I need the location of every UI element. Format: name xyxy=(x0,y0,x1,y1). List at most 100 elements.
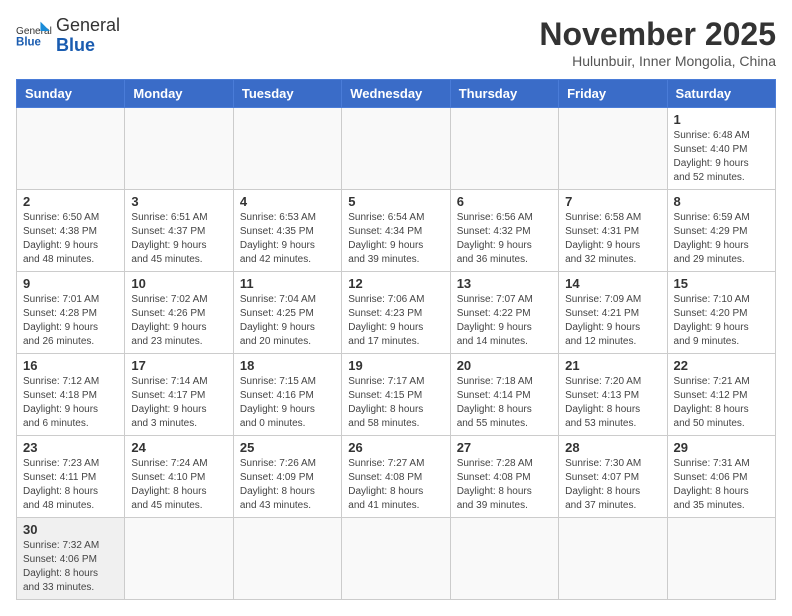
day-number: 14 xyxy=(565,276,660,291)
calendar-cell xyxy=(342,108,450,190)
weekday-header-wednesday: Wednesday xyxy=(342,80,450,108)
calendar-cell: 11Sunrise: 7:04 AM Sunset: 4:25 PM Dayli… xyxy=(233,272,341,354)
calendar-cell: 25 Sunrise: 7:26 AM Sunset: 4:09 PM Dayli… xyxy=(233,436,341,518)
calendar-cell: 26 Sunrise: 7:27 AM Sunset: 4:08 PM Dayli… xyxy=(342,436,450,518)
day-info: Sunrise: 7:15 AM Sunset: 4:16 PM Dayligh… xyxy=(240,375,335,431)
page-header: General Blue General Blue November 2025 … xyxy=(16,16,776,69)
calendar-cell: 10 Sunrise: 7:02 AM Sunset: 4:26 PM Dayli… xyxy=(125,272,233,354)
day-info: Sunrise: 7:28 AM Sunset: 4:08 PM Dayligh… xyxy=(457,457,552,513)
calendar-week-row: 2 Sunrise: 6:50 AM Sunset: 4:38 PM Daylig… xyxy=(17,190,776,272)
weekday-header-tuesday: Tuesday xyxy=(233,80,341,108)
calendar-cell: 28 Sunrise: 7:30 AM Sunset: 4:07 PM Dayli… xyxy=(559,436,667,518)
day-number: 13 xyxy=(457,276,552,291)
day-number: 19 xyxy=(348,358,443,373)
day-info: Sunrise: 7:23 AM Sunset: 4:11 PM Dayligh… xyxy=(23,457,118,513)
calendar-cell: 14 Sunrise: 7:09 AM Sunset: 4:21 PM Dayli… xyxy=(559,272,667,354)
calendar-week-row: 30Sunrise: 7:32 AM Sunset: 4:06 PM Dayli… xyxy=(17,518,776,600)
day-info: Sunrise: 6:54 AM Sunset: 4:34 PM Dayligh… xyxy=(348,211,443,267)
calendar-cell: 2 Sunrise: 6:50 AM Sunset: 4:38 PM Daylig… xyxy=(17,190,125,272)
day-number: 22 xyxy=(674,358,769,373)
day-info: Sunrise: 7:10 AM Sunset: 4:20 PM Dayligh… xyxy=(674,293,769,349)
calendar-cell: 1 Sunrise: 6:48 AM Sunset: 4:40 PM Daylig… xyxy=(667,108,775,190)
calendar-cell: 16 Sunrise: 7:12 AM Sunset: 4:18 PM Dayli… xyxy=(17,354,125,436)
calendar-cell: 5 Sunrise: 6:54 AM Sunset: 4:34 PM Daylig… xyxy=(342,190,450,272)
day-info: Sunrise: 6:56 AM Sunset: 4:32 PM Dayligh… xyxy=(457,211,552,267)
day-number: 9 xyxy=(23,276,118,291)
day-info: Sunrise: 7:09 AM Sunset: 4:21 PM Dayligh… xyxy=(565,293,660,349)
day-number: 28 xyxy=(565,440,660,455)
svg-text:Blue: Blue xyxy=(16,36,42,48)
day-info: Sunrise: 6:58 AM Sunset: 4:31 PM Dayligh… xyxy=(565,211,660,267)
day-info: Sunrise: 7:31 AM Sunset: 4:06 PM Dayligh… xyxy=(674,457,769,513)
calendar-cell: 20Sunrise: 7:18 AM Sunset: 4:14 PM Dayli… xyxy=(450,354,558,436)
day-number: 10 xyxy=(131,276,226,291)
calendar-cell: 7 Sunrise: 6:58 AM Sunset: 4:31 PM Daylig… xyxy=(559,190,667,272)
logo-general: General xyxy=(56,16,120,36)
calendar-cell xyxy=(125,518,233,600)
calendar-cell: 3Sunrise: 6:51 AM Sunset: 4:37 PM Daylig… xyxy=(125,190,233,272)
logo-text: General Blue xyxy=(56,16,120,56)
day-number: 27 xyxy=(457,440,552,455)
day-number: 4 xyxy=(240,194,335,209)
day-number: 21 xyxy=(565,358,660,373)
calendar-cell: 17 Sunrise: 7:14 AM Sunset: 4:17 PM Dayli… xyxy=(125,354,233,436)
day-info: Sunrise: 7:30 AM Sunset: 4:07 PM Dayligh… xyxy=(565,457,660,513)
day-info: Sunrise: 7:02 AM Sunset: 4:26 PM Dayligh… xyxy=(131,293,226,349)
calendar-cell: 21Sunrise: 7:20 AM Sunset: 4:13 PM Dayli… xyxy=(559,354,667,436)
logo-icon: General Blue xyxy=(16,18,52,54)
day-number: 23 xyxy=(23,440,118,455)
day-number: 1 xyxy=(674,112,769,127)
calendar-cell: 23 Sunrise: 7:23 AM Sunset: 4:11 PM Dayli… xyxy=(17,436,125,518)
calendar-cell xyxy=(667,518,775,600)
calendar-cell: 6 Sunrise: 6:56 AM Sunset: 4:32 PM Daylig… xyxy=(450,190,558,272)
day-info: Sunrise: 7:26 AM Sunset: 4:09 PM Dayligh… xyxy=(240,457,335,513)
day-number: 5 xyxy=(348,194,443,209)
weekday-header-saturday: Saturday xyxy=(667,80,775,108)
weekday-header-thursday: Thursday xyxy=(450,80,558,108)
weekday-header-friday: Friday xyxy=(559,80,667,108)
day-info: Sunrise: 7:27 AM Sunset: 4:08 PM Dayligh… xyxy=(348,457,443,513)
calendar-week-row: 1 Sunrise: 6:48 AM Sunset: 4:40 PM Daylig… xyxy=(17,108,776,190)
day-number: 20 xyxy=(457,358,552,373)
calendar-cell: 18 Sunrise: 7:15 AM Sunset: 4:16 PM Dayli… xyxy=(233,354,341,436)
calendar-cell xyxy=(559,518,667,600)
calendar-cell xyxy=(233,518,341,600)
location: Hulunbuir, Inner Mongolia, China xyxy=(539,53,776,69)
calendar-cell: 8Sunrise: 6:59 AM Sunset: 4:29 PM Daylig… xyxy=(667,190,775,272)
day-info: Sunrise: 6:48 AM Sunset: 4:40 PM Dayligh… xyxy=(674,129,769,185)
logo-blue: Blue xyxy=(56,36,120,56)
day-info: Sunrise: 7:12 AM Sunset: 4:18 PM Dayligh… xyxy=(23,375,118,431)
day-number: 7 xyxy=(565,194,660,209)
calendar-cell: 30Sunrise: 7:32 AM Sunset: 4:06 PM Dayli… xyxy=(17,518,125,600)
day-info: Sunrise: 6:50 AM Sunset: 4:38 PM Dayligh… xyxy=(23,211,118,267)
day-number: 18 xyxy=(240,358,335,373)
calendar-cell: 29Sunrise: 7:31 AM Sunset: 4:06 PM Dayli… xyxy=(667,436,775,518)
calendar-cell: 22Sunrise: 7:21 AM Sunset: 4:12 PM Dayli… xyxy=(667,354,775,436)
day-number: 26 xyxy=(348,440,443,455)
day-number: 12 xyxy=(348,276,443,291)
day-info: Sunrise: 7:04 AM Sunset: 4:25 PM Dayligh… xyxy=(240,293,335,349)
day-number: 8 xyxy=(674,194,769,209)
day-number: 6 xyxy=(457,194,552,209)
calendar-cell xyxy=(450,518,558,600)
day-number: 17 xyxy=(131,358,226,373)
month-title: November 2025 xyxy=(539,16,776,53)
day-number: 16 xyxy=(23,358,118,373)
day-number: 30 xyxy=(23,522,118,537)
calendar-week-row: 16 Sunrise: 7:12 AM Sunset: 4:18 PM Dayli… xyxy=(17,354,776,436)
day-info: Sunrise: 7:14 AM Sunset: 4:17 PM Dayligh… xyxy=(131,375,226,431)
calendar-cell: 4Sunrise: 6:53 AM Sunset: 4:35 PM Daylig… xyxy=(233,190,341,272)
day-info: Sunrise: 7:07 AM Sunset: 4:22 PM Dayligh… xyxy=(457,293,552,349)
calendar-cell: 15 Sunrise: 7:10 AM Sunset: 4:20 PM Dayli… xyxy=(667,272,775,354)
calendar-cell xyxy=(233,108,341,190)
title-area: November 2025 Hulunbuir, Inner Mongolia,… xyxy=(539,16,776,69)
day-number: 25 xyxy=(240,440,335,455)
calendar-cell xyxy=(559,108,667,190)
calendar-cell xyxy=(450,108,558,190)
calendar-cell: 19Sunrise: 7:17 AM Sunset: 4:15 PM Dayli… xyxy=(342,354,450,436)
day-number: 2 xyxy=(23,194,118,209)
day-number: 15 xyxy=(674,276,769,291)
day-info: Sunrise: 7:06 AM Sunset: 4:23 PM Dayligh… xyxy=(348,293,443,349)
calendar-week-row: 9Sunrise: 7:01 AM Sunset: 4:28 PM Daylig… xyxy=(17,272,776,354)
calendar-cell xyxy=(342,518,450,600)
